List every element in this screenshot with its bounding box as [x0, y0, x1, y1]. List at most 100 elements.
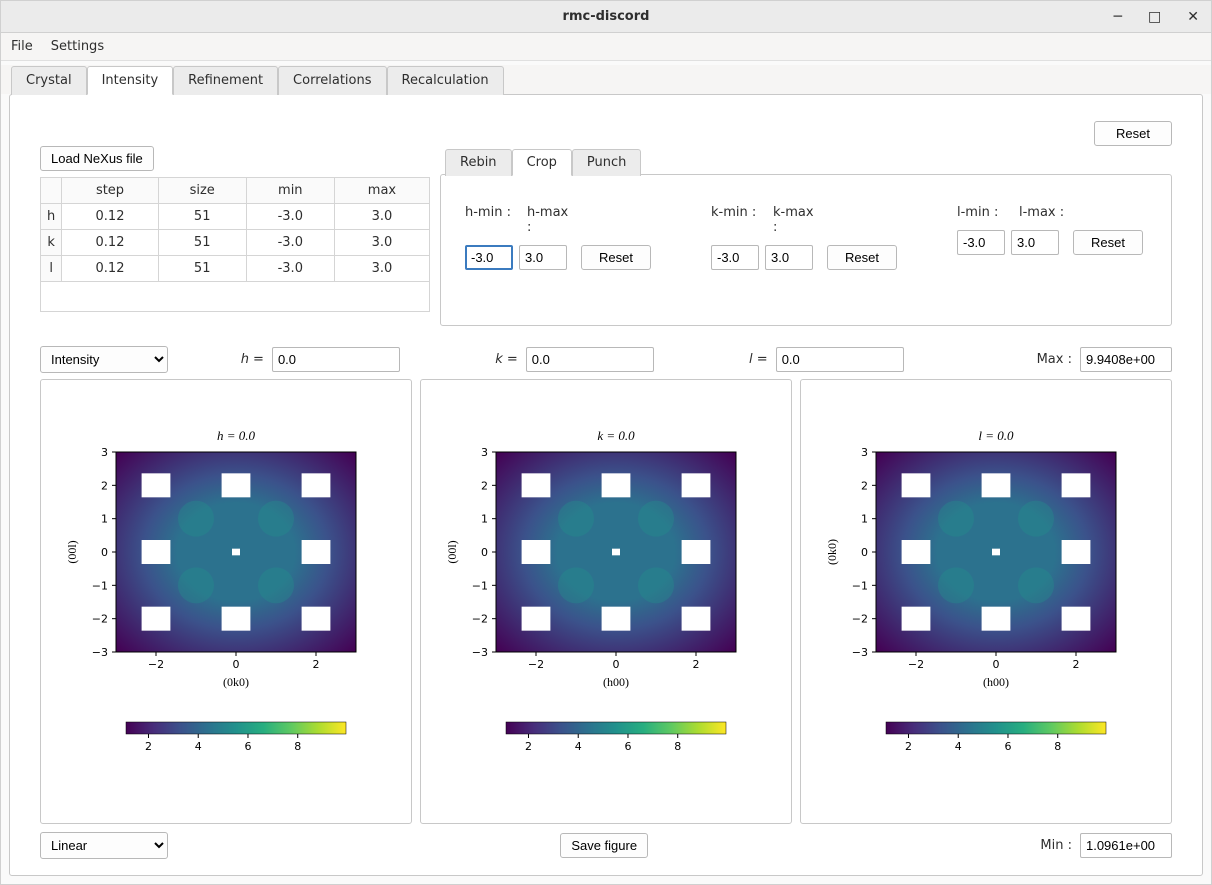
crop-h-max-input[interactable] [519, 245, 567, 270]
subtab-punch[interactable]: Punch [572, 149, 641, 176]
slice-max-label: Max : [1037, 352, 1072, 367]
subtab-rebin[interactable]: Rebin [445, 149, 512, 176]
svg-text:2: 2 [1073, 658, 1080, 671]
crop-k-min-input[interactable] [711, 245, 759, 270]
svg-text:h = 0.0: h = 0.0 [217, 428, 256, 443]
slice-l-input[interactable] [776, 347, 904, 372]
svg-text:(0k0): (0k0) [825, 539, 839, 565]
slice-k-input[interactable] [526, 347, 654, 372]
svg-text:2: 2 [145, 740, 152, 753]
reset-top-button[interactable]: Reset [1094, 121, 1172, 146]
svg-text:−3: −3 [92, 646, 108, 659]
heatmap-l: l = 0.0−3−2−10123−202(h00)(0k0)2468 [806, 392, 1166, 812]
svg-text:−1: −1 [472, 579, 488, 592]
min-input[interactable] [1080, 833, 1172, 858]
slice-h-input[interactable] [272, 347, 400, 372]
svg-text:8: 8 [1054, 740, 1061, 753]
load-nexus-button[interactable]: Load NeXus file [40, 146, 154, 171]
heatmap-k: k = 0.0−3−2−10123−202(h00)(00l)2468 [426, 392, 786, 812]
svg-text:0: 0 [233, 658, 240, 671]
scale-select[interactable]: Linear [40, 832, 168, 859]
crop-k-max-input[interactable] [765, 245, 813, 270]
svg-text:−3: −3 [472, 646, 488, 659]
grid-header-min: min [246, 178, 334, 204]
svg-text:2: 2 [861, 479, 868, 492]
svg-text:(h00): (h00) [983, 675, 1009, 689]
svg-text:(h00): (h00) [603, 675, 629, 689]
grid-header-size: size [158, 178, 246, 204]
crop-l-max-label: l-max : [1019, 205, 1067, 220]
crop-k-reset-button[interactable]: Reset [827, 245, 897, 270]
slice-k-label: k = [495, 352, 518, 367]
maximize-icon[interactable]: □ [1142, 7, 1167, 27]
svg-text:k = 0.0: k = 0.0 [597, 428, 635, 443]
svg-text:l = 0.0: l = 0.0 [978, 428, 1014, 443]
svg-text:2: 2 [905, 740, 912, 753]
crop-l-max-input[interactable] [1011, 230, 1059, 255]
menu-file[interactable]: File [11, 39, 33, 54]
crop-k-min-label: k-min : [711, 205, 759, 235]
svg-text:−3: −3 [852, 646, 868, 659]
svg-text:−1: −1 [852, 579, 868, 592]
grid-row: k 0.12 51 -3.0 3.0 [41, 230, 430, 256]
min-label: Min : [1040, 838, 1072, 853]
window-title: rmc-discord [563, 9, 650, 24]
minimize-icon[interactable]: ─ [1108, 7, 1128, 27]
crop-h-reset-button[interactable]: Reset [581, 245, 651, 270]
svg-text:3: 3 [481, 446, 488, 459]
intensity-mode-select[interactable]: Intensity [40, 346, 168, 373]
svg-text:6: 6 [624, 740, 631, 753]
svg-text:−2: −2 [528, 658, 544, 671]
svg-text:(0k0): (0k0) [223, 675, 249, 689]
svg-text:3: 3 [861, 446, 868, 459]
tab-intensity[interactable]: Intensity [87, 66, 174, 95]
svg-text:1: 1 [861, 512, 868, 525]
svg-text:−2: −2 [852, 612, 868, 625]
svg-text:4: 4 [195, 740, 202, 753]
crop-l-min-input[interactable] [957, 230, 1005, 255]
svg-text:−2: −2 [92, 612, 108, 625]
tab-correlations[interactable]: Correlations [278, 66, 386, 95]
svg-text:2: 2 [525, 740, 532, 753]
tab-refinement[interactable]: Refinement [173, 66, 278, 95]
svg-text:2: 2 [481, 479, 488, 492]
svg-text:2: 2 [101, 479, 108, 492]
svg-text:6: 6 [1004, 740, 1011, 753]
main-tabstrip: Crystal Intensity Refinement Correlation… [1, 65, 1211, 94]
menu-settings[interactable]: Settings [51, 39, 104, 54]
svg-text:(00l): (00l) [445, 540, 459, 563]
svg-text:(00l): (00l) [65, 540, 79, 563]
crop-h-min-label: h-min : [465, 205, 513, 235]
tab-crystal[interactable]: Crystal [11, 66, 87, 95]
svg-text:2: 2 [693, 658, 700, 671]
svg-text:−2: −2 [908, 658, 924, 671]
svg-text:0: 0 [613, 658, 620, 671]
plot-panel-h: h = 0.0−3−2−10123−202(0k0)(00l)2468 [40, 379, 412, 824]
svg-text:4: 4 [575, 740, 582, 753]
tab-recalculation[interactable]: Recalculation [387, 66, 504, 95]
slice-h-label: h = [241, 352, 264, 367]
svg-text:0: 0 [101, 546, 108, 559]
svg-text:−2: −2 [148, 658, 164, 671]
titlebar: rmc-discord ─ □ ✕ [1, 1, 1211, 33]
svg-text:−2: −2 [472, 612, 488, 625]
svg-text:1: 1 [101, 512, 108, 525]
menubar: File Settings [1, 33, 1211, 61]
plot-panel-k: k = 0.0−3−2−10123−202(h00)(00l)2468 [420, 379, 792, 824]
svg-text:4: 4 [955, 740, 962, 753]
subtab-crop[interactable]: Crop [512, 149, 572, 176]
svg-text:2: 2 [313, 658, 320, 671]
grid-row: l 0.12 51 -3.0 3.0 [41, 256, 430, 282]
slice-max-input[interactable] [1080, 347, 1172, 372]
grid-row: h 0.12 51 -3.0 3.0 [41, 204, 430, 230]
crop-l-min-label: l-min : [957, 205, 1005, 220]
save-figure-button[interactable]: Save figure [560, 833, 648, 858]
crop-k-max-label: k-max : [773, 205, 821, 235]
crop-h-min-input[interactable] [465, 245, 513, 270]
svg-text:0: 0 [481, 546, 488, 559]
heatmap-h: h = 0.0−3−2−10123−202(0k0)(00l)2468 [46, 392, 406, 812]
slice-l-label: l = [749, 352, 768, 367]
close-icon[interactable]: ✕ [1181, 7, 1205, 27]
crop-l-reset-button[interactable]: Reset [1073, 230, 1143, 255]
svg-text:0: 0 [993, 658, 1000, 671]
